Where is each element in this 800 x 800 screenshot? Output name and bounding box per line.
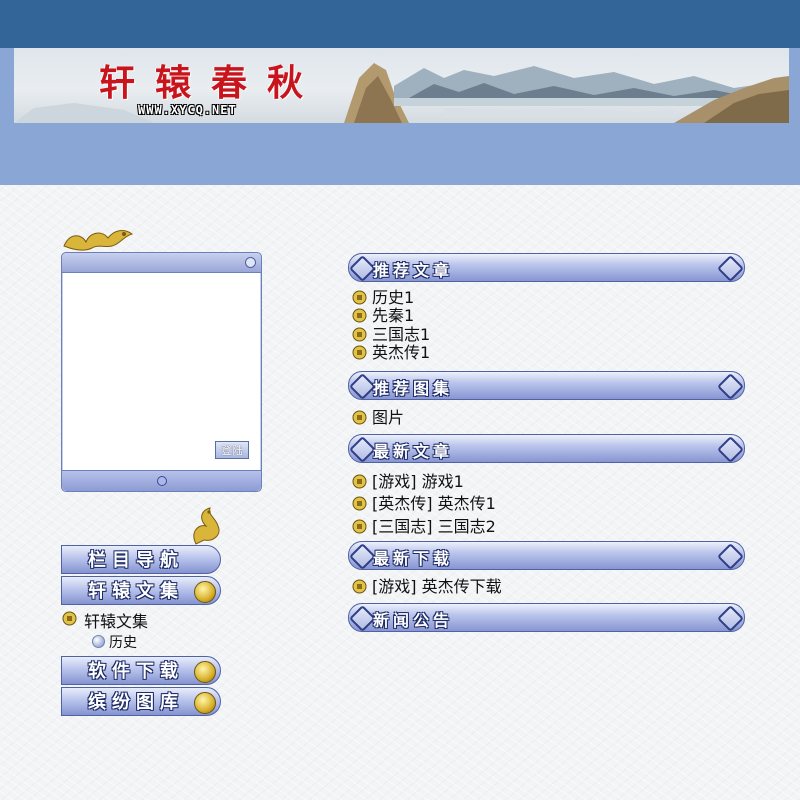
coin-bullet-icon xyxy=(352,579,367,594)
list-item[interactable]: [游戏] 英杰传下载 xyxy=(352,578,502,596)
list-item-label: 历史1 xyxy=(372,288,415,307)
list-item[interactable]: 图片 xyxy=(352,409,404,427)
section-header-latest-downloads: 最新下载 xyxy=(348,541,745,570)
section-header-recommended-gallery: 推荐图集 xyxy=(348,371,745,400)
nav-category-link[interactable]: 轩辕文集 xyxy=(62,608,148,632)
coin-bullet-icon xyxy=(62,611,77,626)
list-item-label: [三国志] 三国志2 xyxy=(372,517,496,536)
list-item-label: 英杰传1 xyxy=(372,343,431,362)
section-header-news-announcements: 新闻公告 xyxy=(348,603,745,632)
knot-ornament-icon xyxy=(717,605,744,632)
list-item-label: 图片 xyxy=(372,408,405,427)
section-header-recommended-articles: 推荐文章 xyxy=(348,253,745,282)
banner-frame-right xyxy=(789,48,800,123)
list-item[interactable]: 历史1 xyxy=(352,289,414,307)
nav-category-label: 轩辕文集 xyxy=(84,612,149,631)
list-item[interactable]: 先秦1 xyxy=(352,307,414,325)
knot-ornament-icon xyxy=(349,436,376,463)
coin-icon xyxy=(194,692,216,714)
coin-bullet-icon xyxy=(352,496,367,511)
site-banner: 轩辕春秋 WWW.XYCQ.NET xyxy=(14,48,789,123)
login-panel-header xyxy=(62,253,261,273)
nav-subitem-label: 历史 xyxy=(109,635,137,651)
coin-bullet-icon xyxy=(352,308,367,323)
knot-ornament-icon xyxy=(717,373,744,400)
section-title: 新闻公告 xyxy=(373,611,454,630)
blue-band xyxy=(0,123,800,185)
nav-subitem-history[interactable]: 历史 xyxy=(92,632,137,652)
list-item-label: [英杰传] 英杰传1 xyxy=(372,494,496,513)
nav-button-gallery[interactable]: 缤纷图库 xyxy=(61,687,221,716)
dragon-ornament-icon xyxy=(63,230,134,251)
nav-button-software-download[interactable]: 软件下载 xyxy=(61,656,221,685)
list-item[interactable]: 英杰传1 xyxy=(352,344,430,362)
banner-frame-left xyxy=(0,48,14,123)
coin-bullet-icon xyxy=(352,327,367,342)
knot-ornament-icon xyxy=(717,436,744,463)
section-header-latest-articles: 最新文章 xyxy=(348,434,745,463)
section-title: 最新下载 xyxy=(373,549,454,568)
panel-knob-icon xyxy=(245,257,256,268)
knot-ornament-icon xyxy=(717,543,744,570)
coin-icon xyxy=(194,661,216,683)
section-title: 最新文章 xyxy=(373,442,454,461)
list-item[interactable]: [英杰传] 英杰传1 xyxy=(352,495,496,513)
section-title: 推荐图集 xyxy=(373,379,454,398)
coin-bullet-icon xyxy=(352,474,367,489)
section-title: 推荐文章 xyxy=(373,261,454,280)
nav-button-xuanyuan-collection[interactable]: 轩辕文集 xyxy=(61,576,221,605)
knot-ornament-icon xyxy=(349,543,376,570)
coin-bullet-icon xyxy=(352,345,367,360)
list-item[interactable]: 三国志1 xyxy=(352,326,430,344)
knot-ornament-icon xyxy=(349,255,376,282)
login-panel-footer xyxy=(62,470,261,491)
site-title: 轩辕春秋 xyxy=(99,62,324,104)
list-item[interactable]: [三国志] 三国志2 xyxy=(352,518,496,536)
site-url: WWW.XYCQ.NET xyxy=(138,103,237,117)
knot-ornament-icon xyxy=(717,255,744,282)
list-item-label: 先秦1 xyxy=(372,306,415,325)
list-item-label: 三国志1 xyxy=(372,325,431,344)
nav-button-label: 栏目导航 xyxy=(88,550,184,571)
coin-icon xyxy=(194,581,216,603)
list-item-label: [游戏] 英杰传下载 xyxy=(372,577,502,596)
coin-bullet-icon xyxy=(352,290,367,305)
nav-button-label: 软件下载 xyxy=(88,661,184,682)
ball-bullet-icon xyxy=(92,635,105,648)
login-button[interactable]: 登陆 xyxy=(215,441,249,459)
nav-button-label: 轩辕文集 xyxy=(88,581,184,602)
dragon-ornament-icon xyxy=(193,507,220,545)
list-item-label: [游戏] 游戏1 xyxy=(372,472,464,491)
nav-button-label: 缤纷图库 xyxy=(88,692,184,713)
list-item[interactable]: [游戏] 游戏1 xyxy=(352,473,464,491)
coin-bullet-icon xyxy=(352,410,367,425)
coin-bullet-icon xyxy=(352,519,367,534)
panel-knob-icon xyxy=(157,476,167,486)
nav-button-column-nav[interactable]: 栏目导航 xyxy=(61,545,221,574)
login-panel: 登陆 xyxy=(61,252,262,492)
top-band xyxy=(0,0,800,48)
knot-ornament-icon xyxy=(349,373,376,400)
knot-ornament-icon xyxy=(349,605,376,632)
